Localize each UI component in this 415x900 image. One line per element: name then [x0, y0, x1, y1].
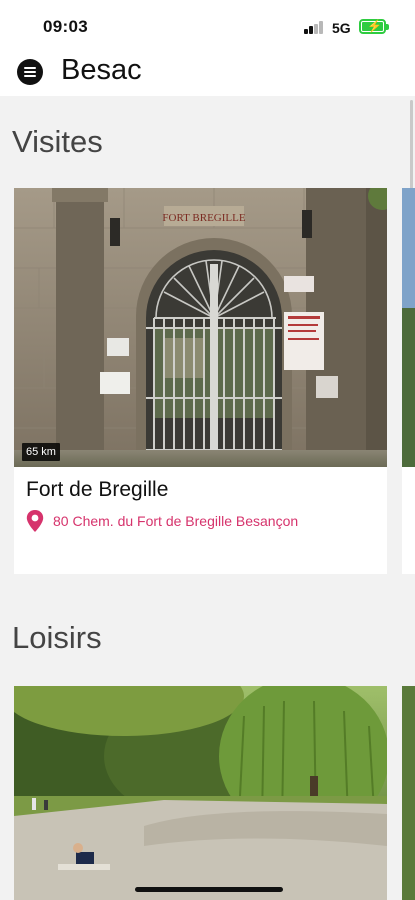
- home-indicator[interactable]: [135, 887, 283, 892]
- section-title-visites: Visites: [12, 124, 103, 159]
- charging-bolt-icon: ⚡: [367, 19, 382, 33]
- battery-cap: [386, 24, 389, 30]
- fort-sign-text: FORT BREGILLE: [162, 212, 245, 224]
- section-title-loisirs: Loisirs: [12, 620, 102, 655]
- next-card-peek[interactable]: [402, 188, 415, 574]
- place-card[interactable]: FORT BREGILLE 65 km Fort de Bregille 80 …: [14, 188, 387, 574]
- content-scroll[interactable]: Visites FORT BREGILLE 65 km Fort de Breg…: [0, 96, 415, 900]
- place-photo: [14, 686, 387, 900]
- place-name: Fort de Bregille: [26, 478, 169, 501]
- menu-icon[interactable]: [17, 59, 43, 85]
- status-bar: 09:03 5G ⚡: [0, 0, 415, 50]
- next-card-peek[interactable]: [402, 686, 415, 900]
- status-time: 09:03: [43, 17, 88, 36]
- place-address-row[interactable]: 80 Chem. du Fort de Bregille Besançon: [26, 510, 298, 532]
- signal-icon: [304, 21, 326, 34]
- place-address: 80 Chem. du Fort de Bregille Besançon: [53, 513, 299, 529]
- app-title: Besac: [61, 54, 142, 86]
- place-photo: FORT BREGILLE 65 km: [14, 188, 387, 467]
- location-pin-icon: [26, 510, 44, 532]
- app-header: Besac: [0, 50, 415, 96]
- network-type: 5G: [332, 20, 351, 36]
- place-card[interactable]: [14, 686, 387, 900]
- distance-badge: 65 km: [22, 443, 60, 461]
